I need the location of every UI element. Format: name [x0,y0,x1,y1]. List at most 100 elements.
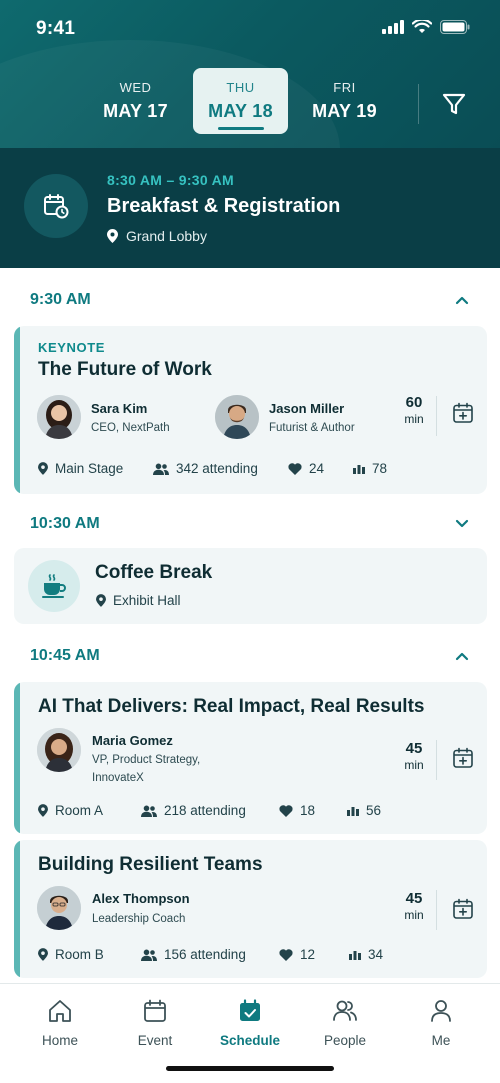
stat-views: 78 [353,461,387,476]
people-icon [141,805,157,817]
schedule-icon [240,999,260,1021]
speaker-name: Maria Gomez [92,733,173,748]
battery-icon [440,20,470,34]
heart-icon [288,462,302,475]
home-indicator[interactable] [166,1066,334,1071]
day-weekday: FRI [333,80,356,95]
location-label: Exhibit Hall [113,593,181,608]
session-title: AI That Delivers: Real Impact, Real Resu… [38,696,425,717]
day-weekday: WED [119,80,152,95]
stat-attending-label: 218 attending [164,803,246,818]
nav-schedule-label: Schedule [219,1033,281,1048]
stat-likes-label: 12 [300,947,316,962]
section-time: 9:30 AM [30,291,91,308]
heart-icon [279,804,293,817]
session-card-break[interactable]: Coffee Break Exhibit Hall [14,548,487,624]
stat-location-label: Room B [55,947,104,962]
session-duration: 45 min [394,740,434,772]
day-date: MAY 17 [103,101,168,121]
section-time: 10:45 AM [30,647,100,664]
session-stats: Main Stage 342 attending 24 78 [38,461,478,481]
session-title: Building Resilient Teams [38,854,263,875]
day-tab-wed[interactable]: WED MAY 17 [88,68,183,134]
stat-likes-label: 18 [300,803,316,818]
coffee-icon [28,560,80,612]
current-event-location: Grand Lobby [107,228,207,244]
day-tab-fri[interactable]: FRI MAY 19 [297,68,392,134]
stat-attending-label: 342 attending [176,461,258,476]
people-icon [141,949,157,961]
bar-chart-icon [353,465,365,474]
session-title: Coffee Break [95,562,213,583]
session-card-keynote[interactable]: KEYNOTE The Future of Work Sara Kim CEO,… [14,326,487,494]
avatar[interactable] [37,886,81,930]
header-divider [418,84,419,124]
chevron-down-icon[interactable] [454,516,470,532]
duration-unit: min [404,758,424,772]
divider [436,740,437,780]
speaker-name: Sara Kim [91,401,148,416]
nav-people[interactable]: People [305,998,385,1048]
stat-location: Room A [38,803,103,818]
session-title: The Future of Work [38,359,212,380]
bar-chart-icon [347,807,359,816]
avatar[interactable] [37,728,81,772]
stat-views-label: 56 [366,803,382,818]
stat-attending-label: 156 attending [164,947,246,962]
nav-schedule[interactable]: Schedule [210,998,290,1048]
location-label: Grand Lobby [126,228,207,244]
day-weekday: THU [226,80,255,95]
current-event-banner[interactable]: 8:30 AM – 9:30 AM Breakfast & Registrati… [0,148,500,268]
speaker-role: Futurist & Author [269,422,355,434]
nav-home[interactable]: Home [20,998,100,1048]
speaker-name: Alex Thompson [92,891,190,906]
people-icon [153,463,169,475]
speaker-role: CEO, NextPath [91,422,170,434]
location-pin-icon [38,462,48,475]
session-duration: 60 min [394,394,434,426]
nav-people-label: People [323,1033,367,1048]
session-card-teams[interactable]: Building Resilient Teams Alex Thompson L… [14,840,487,978]
stat-views: 34 [349,947,383,962]
status-bar: 9:41 [36,18,470,42]
calendar-icon [144,999,166,1022]
session-location: Exhibit Hall [96,593,181,608]
duration-value: 45 [405,890,423,907]
signal-icon [382,20,404,34]
chevron-up-icon[interactable] [454,648,470,664]
add-to-calendar-icon[interactable] [452,402,474,424]
duration-value: 45 [405,740,423,757]
avatar[interactable] [37,395,81,439]
nav-event[interactable]: Event [115,998,195,1048]
section-time: 10:30 AM [30,515,100,532]
stat-location: Main Stage [38,461,123,476]
day-tab-thu[interactable]: THU MAY 18 [193,68,288,134]
add-to-calendar-icon[interactable] [452,747,474,769]
speaker-role: VP, Product Strategy, [92,754,201,766]
day-date: MAY 18 [193,101,288,130]
avatar[interactable] [215,395,259,439]
stat-location-label: Room A [55,803,104,818]
stat-views-label: 34 [368,947,384,962]
session-stats: Room A 218 attending 18 56 [38,803,478,823]
stat-attending: 218 attending [141,803,246,818]
day-selector: WED MAY 17 THU MAY 18 FRI MAY 19 [0,68,500,134]
speaker-name: Jason Miller [269,401,345,416]
stat-location: Room B [38,947,104,962]
home-icon [49,1000,71,1022]
nav-me[interactable]: Me [401,998,481,1048]
add-to-calendar-icon[interactable] [452,898,474,920]
nav-me-label: Me [431,1033,451,1048]
session-card-ai[interactable]: AI That Delivers: Real Impact, Real Resu… [14,682,487,834]
location-pin-icon [107,229,118,243]
chevron-up-icon[interactable] [454,292,470,308]
speaker-role: Leadership Coach [92,913,186,925]
location-pin-icon [38,804,48,817]
duration-unit: min [404,908,424,922]
calendar-clock-icon [24,174,88,238]
location-pin-icon [38,948,48,961]
bar-chart-icon [349,951,361,960]
filter-icon[interactable] [440,90,468,118]
session-stats: Room B 156 attending 12 34 [38,947,478,967]
divider [436,396,437,436]
